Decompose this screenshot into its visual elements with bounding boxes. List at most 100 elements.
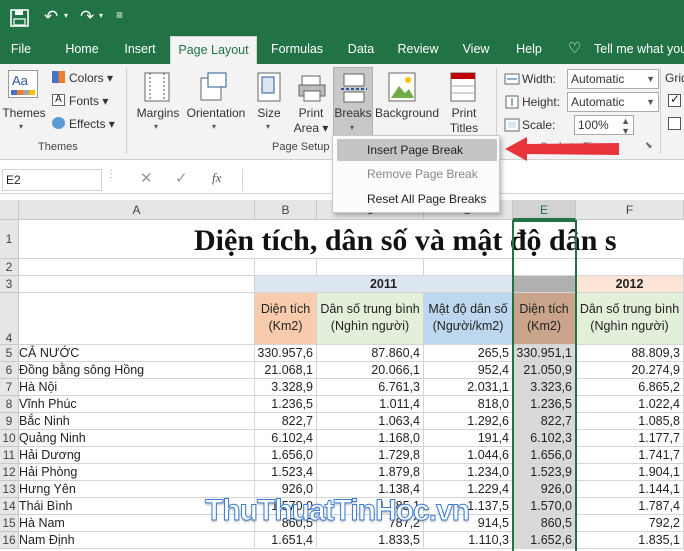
tab-insert[interactable]: Insert: [118, 36, 162, 64]
column-header-a[interactable]: A: [19, 200, 255, 220]
effects-button[interactable]: Effects ▾: [69, 117, 115, 131]
cell[interactable]: [19, 259, 255, 276]
value-cell[interactable]: 6.102,3: [513, 430, 576, 447]
themes-dropdown-icon[interactable]: ▾: [19, 122, 23, 131]
orientation-icon[interactable]: [200, 72, 228, 102]
tab-review[interactable]: Review: [394, 36, 442, 64]
value-cell[interactable]: 1.656,0: [513, 447, 576, 464]
row-header[interactable]: 14: [0, 498, 19, 515]
year-2011-header[interactable]: 2011: [255, 276, 513, 293]
background-icon[interactable]: [388, 72, 416, 102]
value-cell[interactable]: 952,4: [424, 362, 513, 379]
row-header[interactable]: 9: [0, 413, 19, 430]
margins-dropdown-icon[interactable]: ▾: [154, 122, 158, 131]
value-cell[interactable]: 1.144,1: [576, 481, 684, 498]
value-cell[interactable]: 822,7: [513, 413, 576, 430]
cell[interactable]: [19, 293, 255, 345]
column-header-e[interactable]: E: [513, 200, 576, 220]
name-box[interactable]: E2: [2, 169, 102, 191]
print-titles-button[interactable]: Titles: [442, 121, 486, 135]
gridlines-view-checkbox[interactable]: ✓: [668, 92, 681, 107]
province-name-cell[interactable]: Hải Dương: [19, 447, 255, 464]
print-area-icon[interactable]: [298, 74, 326, 102]
undo-dropdown-icon[interactable]: ▾: [64, 11, 68, 20]
orientation-button[interactable]: Orientation: [184, 106, 248, 120]
value-cell[interactable]: 1.523,9: [513, 464, 576, 481]
row-header[interactable]: 11: [0, 447, 19, 464]
province-name-cell[interactable]: Hà Nội: [19, 379, 255, 396]
themes-icon[interactable]: Aa: [8, 70, 38, 98]
size-dropdown-icon[interactable]: ▾: [266, 122, 270, 131]
height-dropdown[interactable]: Automatic ▼: [567, 92, 659, 112]
province-name-cell[interactable]: Đồng bằng sông Hồng: [19, 362, 255, 379]
row-header[interactable]: 4: [0, 293, 19, 345]
cell[interactable]: [19, 276, 255, 293]
print-area-button[interactable]: Area ▾: [290, 121, 332, 135]
value-cell[interactable]: 6.865,2: [576, 379, 684, 396]
select-all-corner[interactable]: [0, 200, 19, 220]
value-cell[interactable]: 926,0: [513, 481, 576, 498]
value-cell[interactable]: 1.570,0: [513, 498, 576, 515]
tell-me-search[interactable]: Tell me what you: [594, 36, 684, 64]
spin-down-icon[interactable]: ▼: [621, 122, 630, 140]
population-header[interactable]: Dân số trung bình (Nghìn người): [317, 293, 424, 345]
size-icon[interactable]: [257, 72, 281, 102]
area-header[interactable]: Diện tích (Km2): [255, 293, 317, 345]
value-cell[interactable]: 1.168,0: [317, 430, 424, 447]
value-cell[interactable]: 1.292,6: [424, 413, 513, 430]
row-header[interactable]: 7: [0, 379, 19, 396]
tab-view[interactable]: View: [457, 36, 495, 64]
value-cell[interactable]: 3.323,6: [513, 379, 576, 396]
row-header[interactable]: 10: [0, 430, 19, 447]
value-cell[interactable]: 1.651,4: [255, 532, 317, 549]
value-cell[interactable]: 21.068,1: [255, 362, 317, 379]
province-name-cell[interactable]: Nam Định: [19, 532, 255, 549]
chevron-down-icon[interactable]: ⋮: [106, 169, 116, 180]
row-header[interactable]: 5: [0, 345, 19, 362]
fonts-button[interactable]: Fonts ▾: [69, 94, 108, 108]
value-cell[interactable]: 20.066,1: [317, 362, 424, 379]
margins-icon[interactable]: [144, 72, 170, 102]
row-header[interactable]: 15: [0, 515, 19, 532]
tab-file[interactable]: File: [2, 36, 40, 64]
tab-help[interactable]: Help: [509, 36, 549, 64]
value-cell[interactable]: 818,0: [424, 396, 513, 413]
value-cell[interactable]: 1.011,4: [317, 396, 424, 413]
value-cell[interactable]: 3.328,9: [255, 379, 317, 396]
column-header-b[interactable]: B: [255, 200, 317, 220]
print-titles-label-1[interactable]: Print: [442, 106, 486, 120]
row-header[interactable]: 13: [0, 481, 19, 498]
value-cell[interactable]: 1.741,7: [576, 447, 684, 464]
save-icon[interactable]: [10, 9, 30, 27]
tab-data[interactable]: Data: [342, 36, 380, 64]
value-cell[interactable]: 860,5: [513, 515, 576, 532]
value-cell[interactable]: 1.652,6: [513, 532, 576, 549]
value-cell[interactable]: 1.236,5: [255, 396, 317, 413]
cell[interactable]: [424, 259, 513, 276]
undo-icon[interactable]: ↶: [44, 7, 58, 27]
value-cell[interactable]: 1.110,3: [424, 532, 513, 549]
value-cell[interactable]: 1.787,4: [576, 498, 684, 515]
value-cell[interactable]: 87.860,4: [317, 345, 424, 362]
value-cell[interactable]: 1.833,5: [317, 532, 424, 549]
enter-icon[interactable]: ✓: [175, 169, 188, 187]
tab-home[interactable]: Home: [58, 36, 106, 64]
value-cell[interactable]: 88.809,3: [576, 345, 684, 362]
redo-icon[interactable]: ↷: [80, 7, 94, 27]
value-cell[interactable]: 1.063,4: [317, 413, 424, 430]
value-cell[interactable]: 21.050,9: [513, 362, 576, 379]
cancel-icon[interactable]: ✕: [140, 169, 153, 187]
value-cell[interactable]: 330.957,6: [255, 345, 317, 362]
print-area-label-1[interactable]: Print: [290, 106, 332, 120]
row-header[interactable]: 12: [0, 464, 19, 481]
value-cell[interactable]: 1.656,0: [255, 447, 317, 464]
value-cell[interactable]: 6.761,3: [317, 379, 424, 396]
value-cell[interactable]: 1.085,8: [576, 413, 684, 430]
province-name-cell[interactable]: CẢ NƯỚC: [19, 345, 255, 362]
province-name-cell[interactable]: Vĩnh Phúc: [19, 396, 255, 413]
margins-button[interactable]: Margins: [134, 106, 182, 120]
customize-toolbar-icon[interactable]: ≡: [116, 8, 123, 22]
remove-page-break-item[interactable]: Remove Page Break: [337, 163, 497, 185]
value-cell[interactable]: 2.031,1: [424, 379, 513, 396]
value-cell[interactable]: 1.236,5: [513, 396, 576, 413]
